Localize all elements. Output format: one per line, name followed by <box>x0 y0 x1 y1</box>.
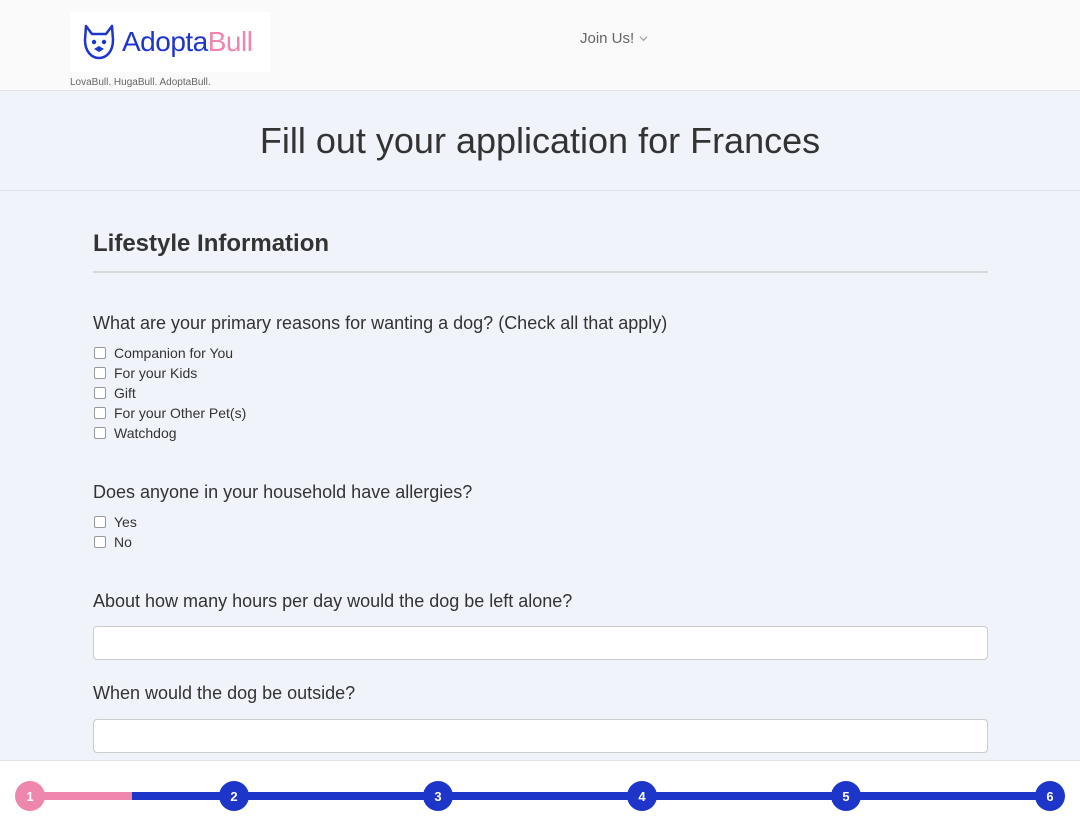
reasons-question: What are your primary reasons for wantin… <box>93 313 668 333</box>
join-us-label: Join Us! <box>580 30 635 47</box>
option-label: No <box>114 534 132 550</box>
option-label: Companion for You <box>114 345 234 361</box>
site-header: AdoptaBull LovaBull. HugaBull. AdoptaBul… <box>0 0 1080 91</box>
option-label: Gift <box>114 385 136 401</box>
checkbox[interactable] <box>94 347 106 359</box>
allergies-options: Yes No <box>93 512 137 552</box>
step-6[interactable]: 6 <box>1035 781 1065 811</box>
join-us-menu[interactable]: Join Us! <box>580 30 648 47</box>
option-label: For your Kids <box>114 365 198 381</box>
outside-question: When would the dog be outside? <box>93 683 356 703</box>
progress-track <box>30 792 1050 800</box>
logo-text-part2: Bull <box>207 26 253 57</box>
hours-alone-input[interactable] <box>93 626 988 660</box>
logo-text: AdoptaBull <box>122 26 253 58</box>
reason-option-watchdog[interactable]: Watchdog <box>93 423 246 443</box>
tagline: LovaBull. HugaBull. AdoptaBull. <box>70 77 211 88</box>
step-2[interactable]: 2 <box>219 781 249 811</box>
logo[interactable]: AdoptaBull <box>70 12 270 72</box>
option-label: Yes <box>114 514 137 530</box>
reason-option-kids[interactable]: For your Kids <box>93 363 246 383</box>
reason-option-gift[interactable]: Gift <box>93 383 246 403</box>
step-4[interactable]: 4 <box>627 781 657 811</box>
allergies-question: Does anyone in your household have aller… <box>93 482 473 502</box>
section-title: Lifestyle Information <box>93 230 330 257</box>
title-band: Fill out your application for Frances <box>0 92 1080 191</box>
checkbox[interactable] <box>94 516 106 528</box>
step-3[interactable]: 3 <box>423 781 453 811</box>
reason-option-companion[interactable]: Companion for You <box>93 343 246 363</box>
step-1[interactable]: 1 <box>15 781 45 811</box>
reason-option-other-pets[interactable]: For your Other Pet(s) <box>93 403 246 423</box>
page-title: Fill out your application for Frances <box>259 120 821 161</box>
hours-alone-question: About how many hours per day would the d… <box>93 591 573 611</box>
checkbox[interactable] <box>94 427 106 439</box>
step-5[interactable]: 5 <box>831 781 861 811</box>
progress-stepper: 1 2 3 4 5 6 <box>0 760 1080 826</box>
reasons-options: Companion for You For your Kids Gift For… <box>93 343 246 443</box>
chevron-down-icon <box>639 36 648 42</box>
outside-input[interactable] <box>93 719 988 753</box>
checkbox[interactable] <box>94 367 106 379</box>
allergies-option-yes[interactable]: Yes <box>93 512 137 532</box>
option-label: Watchdog <box>114 425 177 441</box>
bulldog-face-icon <box>83 24 115 60</box>
logo-text-part1: Adopta <box>122 26 208 57</box>
option-label: For your Other Pet(s) <box>114 405 247 421</box>
allergies-option-no[interactable]: No <box>93 532 137 552</box>
section-divider <box>93 271 988 273</box>
checkbox[interactable] <box>94 407 106 419</box>
checkbox[interactable] <box>94 536 106 548</box>
checkbox[interactable] <box>94 387 106 399</box>
progress-track-completed <box>30 792 132 800</box>
